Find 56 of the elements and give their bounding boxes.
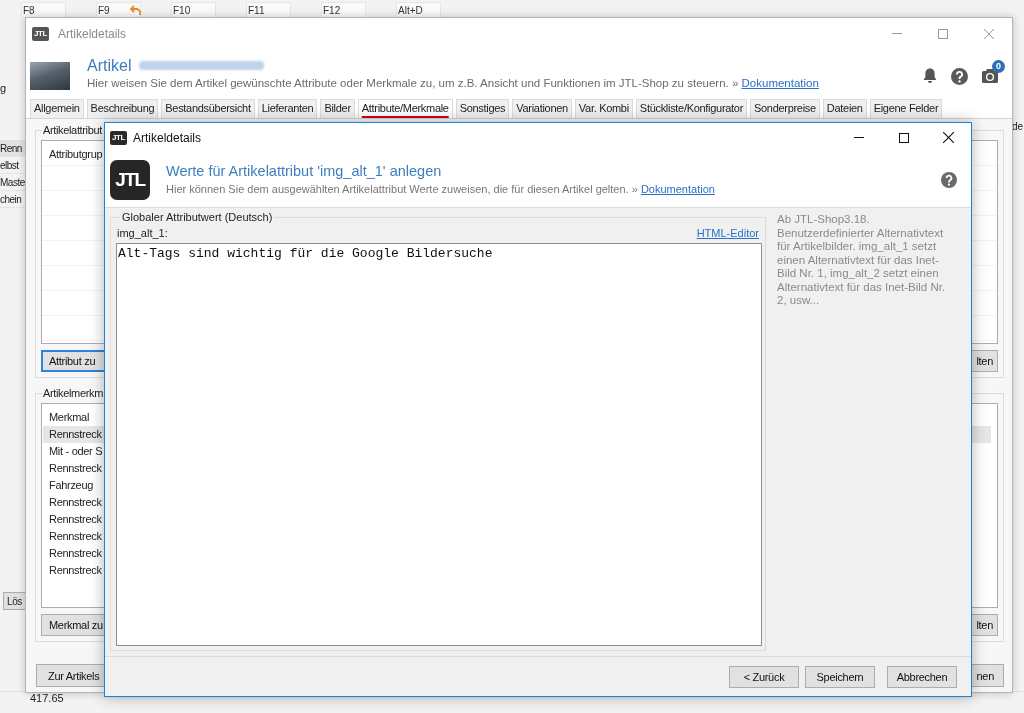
help-text: Ab JTL-Shop3.18. Benutzerdefinierter Alternativtext für Artikelbilder. img_alt_1 setzt einen Alternativtext für das Inet-Bild Nr. 1, img_alt_2 setzt einen Alternativtext für das Inet-Bild Nr. 2, usw... [777,212,947,308]
notification-badge: 0 [992,60,1005,73]
shortcut-key[interactable]: F12 [321,2,366,17]
shortcut-key[interactable]: F9 [96,2,141,17]
app-logo: JTL [110,130,127,145]
tab[interactable]: Sonderpreise [750,99,820,118]
table-cell: 417.65 [30,692,64,704]
group-label: Artikelmerkm [42,387,104,400]
tab[interactable]: Bilder [320,99,355,118]
tab[interactable]: Bestandsübersicht [161,99,255,118]
header-title: Artikel [87,56,132,75]
tab[interactable]: Beschreibung [86,99,159,118]
dialog-heading: Werte für Artikelattribut 'img_alt_1' anlegen [166,163,443,180]
tab[interactable]: Eigene Felder [869,99,943,118]
tab[interactable]: Variationen [512,99,572,118]
dialog-button[interactable]: < Zurück [729,665,799,688]
help-icon[interactable] [941,171,957,188]
camera-icon[interactable] [982,69,998,83]
tab[interactable]: Attribute/Merkmale [357,99,453,118]
html-editor-link[interactable]: HTML-Editor [696,226,759,240]
photo-placeholder [30,61,70,90]
tab[interactable]: Var. Kombi [574,99,633,118]
documentation-link[interactable]: Dokumentation [640,183,715,195]
header-subtitle: Hier weisen Sie dem Artikel gewünschte Attribute oder Merkmale zu, um z.B. Ansicht und Funktionen im JTL-Shop zu steuern. » Dokumentation [87,76,819,90]
close-icon[interactable] [943,132,954,143]
dialog-subtitle: Hier können Sie dem ausgewählten Artikelattribut Werte zuweisen, die für diesen Artikel gelten. » Dokumentation [166,182,715,196]
field-label: img_alt_1: [117,226,168,240]
tab[interactable]: Sonstiges [455,99,510,118]
tab[interactable]: Stückliste/Konfigurator [635,99,747,118]
column-header: Attributgrup [49,147,104,162]
app-logo: JTL [110,159,150,200]
dialog-button[interactable]: Speichern [805,665,875,688]
undo-arrow-icon [129,5,141,15]
dialog-button[interactable]: Abbrechen [887,665,957,688]
tab[interactable]: Allgemein [30,99,84,118]
documentation-link[interactable]: Dokumentation [741,77,819,89]
tab[interactable]: Lieferanten [257,99,318,118]
shortcut-key[interactable]: F8 [21,2,66,17]
group-label: Artikelattribut [42,124,103,137]
maximize-icon[interactable] [898,132,909,143]
tab[interactable]: Dateien [822,99,867,118]
list-row[interactable]: Renn [0,140,25,157]
minimize-icon[interactable] [853,137,864,138]
group-label: Globaler Attributwert (Deutsch) [121,210,274,224]
shortcut-key[interactable]: F10 [171,2,216,17]
window-title: Artikeldetails [133,130,202,145]
column-header: Merkmal [49,410,91,425]
shortcut-key[interactable]: F11 [246,2,291,17]
bell-icon[interactable] [922,68,938,84]
value-text-area[interactable]: Alt-Tags sind wichtig für die Google Bildersuche [116,243,762,646]
delete-button[interactable]: Lös [3,592,25,610]
app-logo: JTL [32,26,49,41]
window-title: Artikeldetails [58,26,127,41]
shortcut-key[interactable]: Alt+D [396,2,441,17]
cut-text: g [0,82,7,95]
help-icon[interactable] [951,67,968,85]
